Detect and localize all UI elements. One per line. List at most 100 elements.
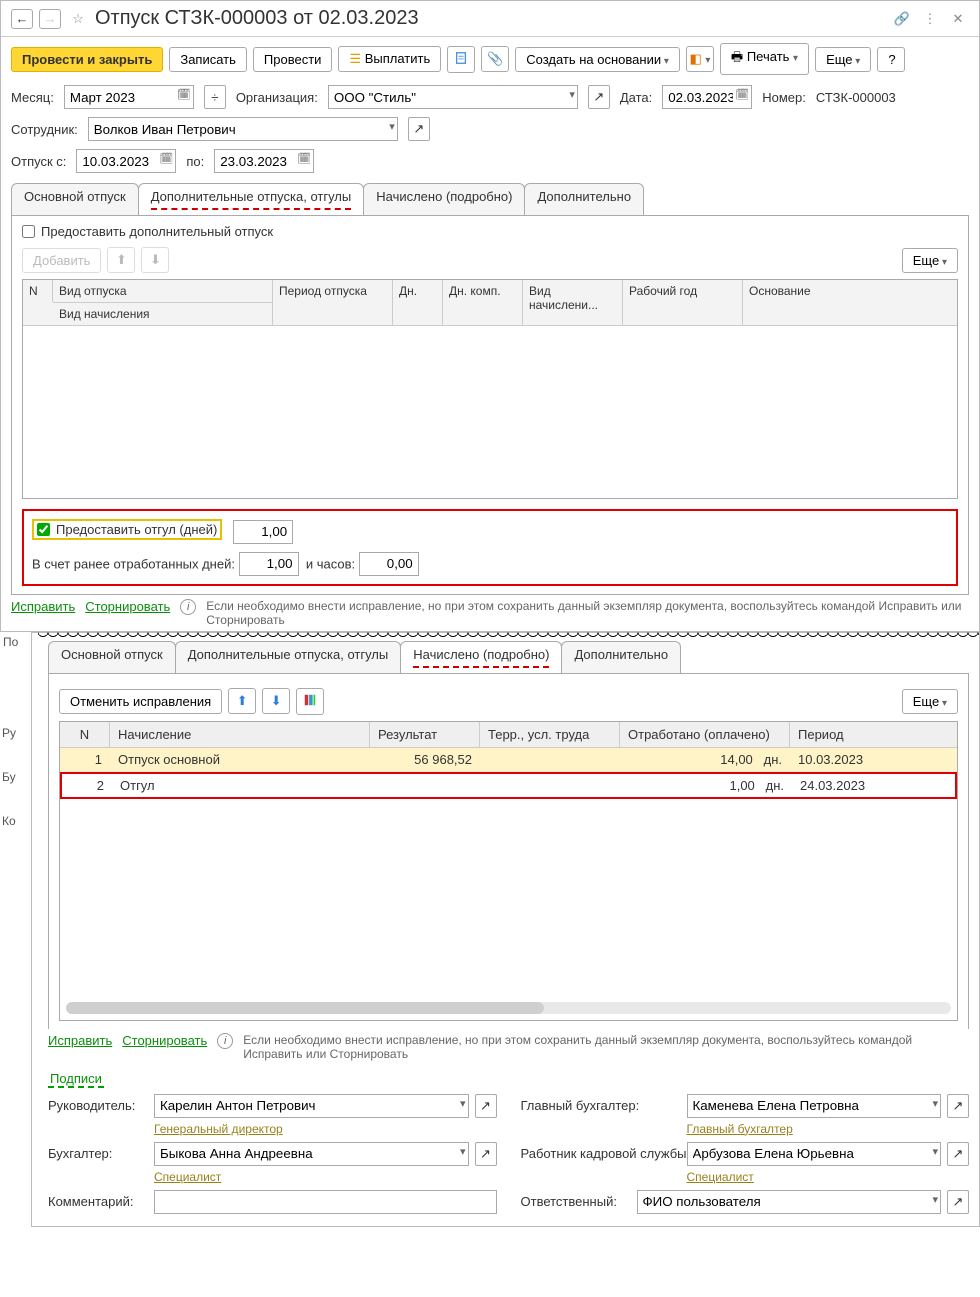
org-input[interactable] — [328, 85, 578, 109]
hr-open-button[interactable]: ↗ — [947, 1142, 969, 1166]
help-button[interactable]: ? — [877, 47, 905, 72]
addvac-checkbox[interactable] — [22, 225, 35, 238]
wavy-divider — [38, 631, 979, 641]
nav-back-button[interactable]: ← — [11, 9, 33, 29]
chief-acc-open-button[interactable]: ↗ — [947, 1094, 969, 1118]
timeoff-block: Предоставить отгул (дней) В счет ранее о… — [22, 509, 958, 586]
window-title: Отпуск СТЗК-000003 от 02.03.2023 — [95, 7, 885, 30]
month-input[interactable] — [64, 85, 194, 109]
tab2-calculated[interactable]: Начислено (подробно) — [400, 641, 562, 673]
acc-label: Бухгалтер: — [48, 1146, 148, 1161]
acc-pos-link[interactable]: Специалист — [154, 1170, 497, 1184]
cell-acc: Отгул — [112, 774, 372, 797]
more-grid1-button[interactable]: Еще — [902, 248, 958, 273]
resp-open-button[interactable]: ↗ — [947, 1190, 969, 1214]
table-row[interactable]: 1Отпуск основной56 968,5214,00 дн.10.03.… — [60, 748, 957, 772]
calculated-grid[interactable]: N Начисление Результат Терр., усл. труда… — [59, 721, 958, 1021]
attach-button[interactable]: 📎 — [481, 46, 509, 72]
prior-days-input[interactable] — [239, 552, 299, 576]
move-up2-button[interactable]: ⬆ — [228, 688, 256, 714]
grid2-hscroll-thumb[interactable] — [66, 1002, 544, 1014]
coins-icon: ☰ — [349, 51, 361, 66]
head-input[interactable] — [154, 1094, 469, 1118]
resp-input[interactable] — [637, 1190, 942, 1214]
tab-extra[interactable]: Дополнительно — [524, 183, 644, 215]
acc-input[interactable] — [154, 1142, 469, 1166]
settings-columns-button[interactable] — [296, 688, 324, 715]
hours-label: и часов: — [306, 556, 355, 571]
fragment-ko: Ко — [2, 814, 30, 828]
acc-open-button[interactable]: ↗ — [475, 1142, 497, 1166]
nav-forward-button[interactable]: → — [39, 9, 61, 29]
correction-note-2: Если необходимо внести исправление, но п… — [243, 1033, 969, 1061]
comment-input[interactable] — [154, 1190, 497, 1214]
post-button[interactable]: Провести — [253, 47, 333, 72]
print-button[interactable]: 🖶 Печать — [720, 43, 809, 75]
anchor-button[interactable]: ◧ — [686, 46, 714, 72]
date-input[interactable] — [662, 85, 752, 109]
reverse-link[interactable]: Сторнировать — [85, 599, 170, 614]
create-based-button[interactable]: Создать на основании — [515, 47, 680, 72]
tab-additional-vacation[interactable]: Дополнительные отпуска, отгулы — [138, 183, 365, 215]
give-timeoff-row[interactable]: Предоставить отгул (дней) — [32, 519, 222, 540]
give-timeoff-days-input[interactable] — [233, 520, 293, 544]
org-open-button[interactable]: ↗ — [588, 85, 610, 109]
tab-underline — [413, 666, 549, 668]
cell-res: 56 968,52 — [370, 748, 480, 771]
fix-link[interactable]: Исправить — [11, 599, 75, 614]
fragment-ru: Ру — [2, 726, 30, 740]
chief-acc-input[interactable] — [687, 1094, 942, 1118]
post-and-close-button[interactable]: Провести и закрыть — [11, 47, 163, 72]
give-timeoff-checkbox[interactable] — [37, 523, 50, 536]
vac-to-input[interactable] — [214, 149, 314, 173]
head-pos-link[interactable]: Генеральный директор — [154, 1122, 497, 1136]
tab2-extra[interactable]: Дополнительно — [561, 641, 681, 673]
move-up-button: ⬆ — [107, 247, 135, 273]
employee-open-button[interactable]: ↗ — [408, 117, 430, 141]
give-timeoff-label: Предоставить отгул (дней) — [56, 522, 217, 537]
addvac-checkbox-row[interactable]: Предоставить дополнительный отпуск — [22, 224, 273, 239]
col-type: Вид отпуска — [53, 280, 273, 302]
prior-hours-input[interactable] — [359, 552, 419, 576]
comment-label: Комментарий: — [48, 1194, 148, 1209]
chief-acc-label: Главный бухгалтер: — [521, 1098, 681, 1113]
head-label: Руководитель: — [48, 1098, 148, 1113]
menu-icon[interactable]: ⋮ — [919, 8, 941, 30]
tab-calculated[interactable]: Начислено (подробно) — [363, 183, 525, 215]
additional-vacation-grid[interactable]: N Вид отпуска Вид начисления Период отпу… — [22, 279, 958, 499]
col-type2: Вид начисления — [53, 302, 273, 325]
grid2-hscrollbar[interactable] — [66, 1002, 951, 1014]
more-grid2-button[interactable]: Еще — [902, 689, 958, 714]
chief-acc-pos-link[interactable]: Главный бухгалтер — [687, 1122, 970, 1136]
cell-period: 24.03.2023 — [792, 774, 955, 797]
reverse-link-2[interactable]: Сторнировать — [122, 1033, 207, 1048]
col2-worked: Отработано (оплачено) — [620, 722, 790, 747]
correction-note: Если необходимо внести исправление, но п… — [206, 599, 969, 627]
cancel-corrections-button[interactable]: Отменить исправления — [59, 689, 222, 714]
fix-link-2[interactable]: Исправить — [48, 1033, 112, 1048]
cell-n: 2 — [62, 774, 112, 797]
tab2-additional[interactable]: Дополнительные отпуска, отгулы — [175, 641, 402, 673]
month-spinner[interactable]: ÷ — [204, 85, 226, 109]
pay-button[interactable]: ☰ Выплатить — [338, 46, 441, 72]
star-icon[interactable]: ☆ — [67, 8, 89, 30]
move-down2-button[interactable]: ⬇ — [262, 688, 290, 714]
table-row[interactable]: 2Отгул1,00 дн.24.03.2023 — [60, 772, 957, 799]
tab-main-vacation[interactable]: Основной отпуск — [11, 183, 139, 215]
tab2-main-vacation[interactable]: Основной отпуск — [48, 641, 176, 673]
cell-res — [372, 774, 482, 797]
hr-pos-link[interactable]: Специалист — [687, 1170, 970, 1184]
more-button-top[interactable]: Еще — [815, 47, 871, 72]
link-icon[interactable]: 🔗 — [891, 8, 913, 30]
col2-terr: Терр., усл. труда — [480, 722, 620, 747]
save-button[interactable]: Записать — [169, 47, 247, 72]
prefix-label: В счет ранее отработанных дней: — [32, 556, 235, 571]
signatures-toggle[interactable]: Подписи — [48, 1071, 104, 1088]
employee-input[interactable] — [88, 117, 398, 141]
hr-label: Работник кадровой службы: — [521, 1146, 681, 1161]
vac-from-input[interactable] — [76, 149, 176, 173]
close-icon[interactable]: ✕ — [947, 8, 969, 30]
doc-icon-button[interactable] — [447, 46, 475, 73]
hr-input[interactable] — [687, 1142, 942, 1166]
head-open-button[interactable]: ↗ — [475, 1094, 497, 1118]
